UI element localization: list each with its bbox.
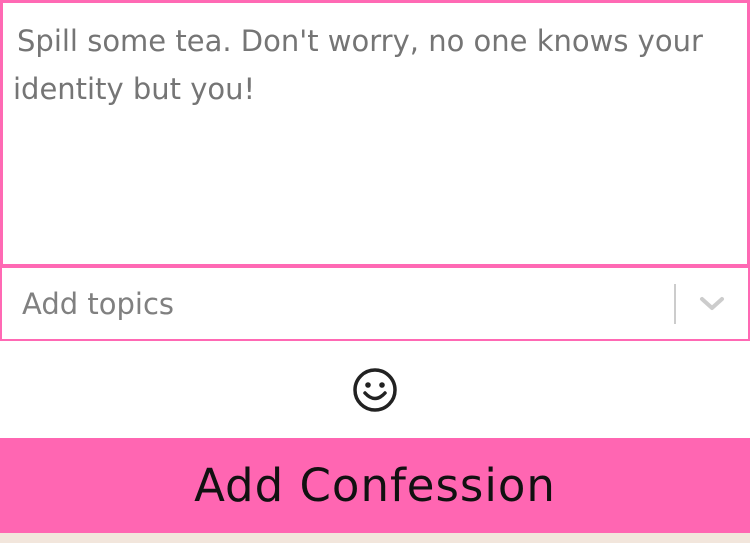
footer-strip <box>0 533 750 543</box>
emoji-row <box>0 341 750 438</box>
confession-textarea[interactable] <box>3 3 747 264</box>
confession-form: Add topics Add Confession <box>0 0 750 543</box>
smiley-face-icon[interactable] <box>351 366 399 414</box>
chevron-down-icon[interactable] <box>676 268 748 339</box>
topics-select[interactable]: Add topics <box>0 266 750 341</box>
add-confession-button[interactable]: Add Confession <box>0 438 750 533</box>
topics-placeholder: Add topics <box>22 286 174 321</box>
confession-textarea-container <box>0 0 750 267</box>
